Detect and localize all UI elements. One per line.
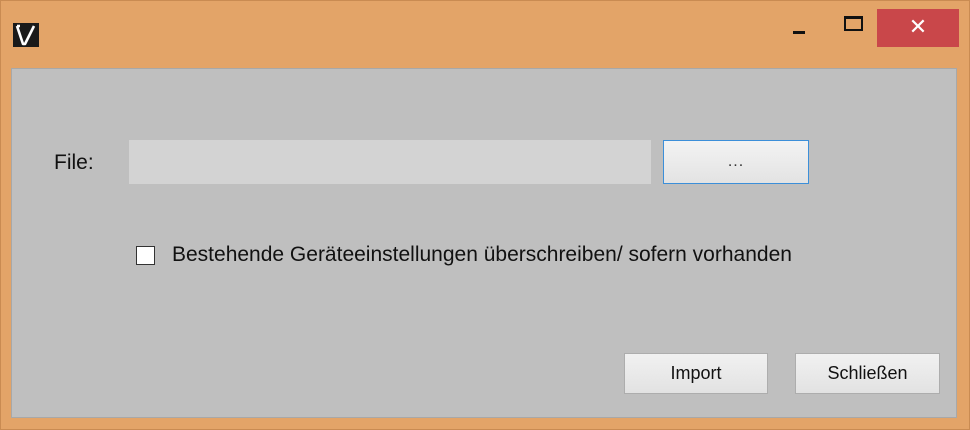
overwrite-checkbox[interactable] — [136, 245, 155, 265]
import-dialog-window: ✕ File: ... Bestehende Geräteeinstellung… — [0, 0, 970, 430]
overwrite-option[interactable]: Bestehende Geräteeinstellungen überschre… — [136, 243, 792, 267]
import-button[interactable]: Import — [624, 353, 768, 394]
title-bar[interactable]: ✕ — [1, 1, 969, 57]
browse-button-label: ... — [727, 153, 745, 170]
minimize-icon — [793, 30, 805, 34]
close-button-label: Schließen — [827, 363, 908, 383]
minimize-button[interactable] — [773, 9, 825, 41]
file-path-input[interactable] — [129, 140, 651, 184]
maximize-icon — [843, 15, 863, 31]
dialog-content: File: ... Bestehende Geräteeinstellungen… — [11, 68, 957, 418]
overwrite-checkbox-label[interactable]: Bestehende Geräteeinstellungen überschre… — [172, 243, 792, 267]
import-button-label: Import — [670, 363, 722, 383]
browse-button[interactable]: ... — [663, 140, 809, 184]
close-button[interactable]: Schließen — [795, 353, 940, 394]
app-logo-icon[interactable] — [13, 23, 39, 47]
close-icon: ✕ — [908, 14, 928, 39]
file-label: File: — [54, 151, 94, 174]
close-window-button[interactable]: ✕ — [877, 9, 959, 47]
maximize-button[interactable] — [827, 9, 879, 41]
